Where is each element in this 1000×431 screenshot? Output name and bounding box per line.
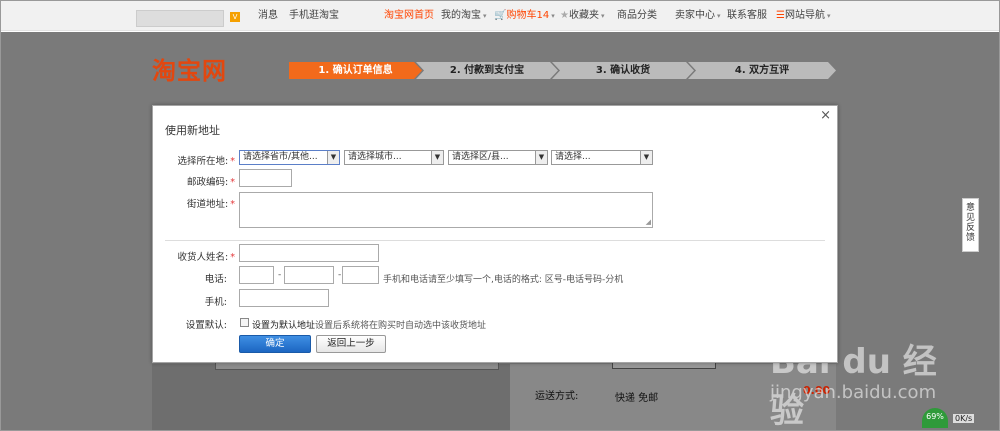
district-select[interactable]: 请选择区/县... ▼ <box>448 150 548 165</box>
confirm-button[interactable]: 确定 <box>239 335 311 353</box>
speed-rate: 0K/s <box>953 414 975 423</box>
nav-favorites-label: 收藏夹 <box>568 10 599 21</box>
zip-label: 邮政编码: * <box>187 177 235 188</box>
nav-seller-center[interactable]: 卖家中心 ▾ <box>675 9 721 23</box>
city-select[interactable]: 请选择城市... ▼ <box>344 150 444 165</box>
chevron-down-icon: ▾ <box>600 12 605 20</box>
phone-hint: 手机和电话请至少填写一个,电话的格式: 区号-电话号码-分机 <box>383 275 624 285</box>
chevron-down-icon: ▼ <box>640 151 652 164</box>
nav-my-taobao[interactable]: 我的淘宝 ▾ <box>441 9 487 23</box>
order-steps: 1. 确认订单信息 2. 付款到支付宝 3. 确认收货 4. 双方互评 <box>289 62 836 79</box>
chevron-down-icon: ▾ <box>551 12 555 20</box>
shipping-value: 快递 免邮 <box>615 393 659 404</box>
name-label: 收货人姓名: * <box>177 252 235 263</box>
star-icon: ★ <box>560 10 569 21</box>
default-label: 设置默认: <box>185 320 227 331</box>
street-select[interactable]: 请选择... ▼ <box>551 150 653 165</box>
nav-categories[interactable]: 商品分类 <box>617 9 657 23</box>
form-divider <box>165 240 825 241</box>
step-receive: 3. 确认收货 <box>552 62 694 79</box>
location-label: 选择所在地: * <box>177 156 235 167</box>
cart-icon: 🛒 <box>494 10 507 21</box>
chevron-down-icon: ▼ <box>535 151 547 164</box>
nav-cart-label: 购物车14 <box>506 10 550 21</box>
phone-area-input[interactable] <box>239 266 274 284</box>
default-address-checkbox[interactable] <box>240 318 249 327</box>
chevron-down-icon: ▾ <box>717 12 721 20</box>
nav-mobile[interactable]: 手机逛淘宝 <box>289 9 339 23</box>
default-checkbox-label[interactable]: 设置为默认地址 <box>252 318 315 331</box>
nav-site-label: 网站导航 <box>784 10 825 21</box>
chevron-down-icon: ▼ <box>327 151 339 164</box>
step-pay: 2. 付款到支付宝 <box>416 62 558 79</box>
step-confirm-order: 1. 确认订单信息 <box>289 62 422 79</box>
street-textarea[interactable]: ◢ <box>239 192 653 228</box>
nav-messages[interactable]: 消息 <box>258 9 278 23</box>
province-select[interactable]: 请选择省市/其他... ▼ <box>239 150 340 165</box>
nav-home[interactable]: 淘宝网首页 <box>384 9 434 23</box>
close-icon[interactable]: × <box>820 108 831 123</box>
shipping-label: 运送方式: <box>535 391 579 402</box>
vip-badge-icon: V <box>230 12 240 22</box>
chevron-down-icon: ▾ <box>483 12 487 20</box>
default-hint: 设置后系统将在购买时自动选中该收货地址 <box>315 321 487 331</box>
receiver-name-input[interactable] <box>239 244 379 262</box>
mobile-label: 手机: <box>204 297 227 308</box>
new-address-dialog: × 使用新地址 选择所在地: * 请选择省市/其他... ▼ 请选择城市... ▼ 请… <box>152 105 838 363</box>
mobile-input[interactable] <box>239 289 329 307</box>
nav-contact[interactable]: 联系客服 <box>727 9 767 23</box>
feedback-tab[interactable]: 意见反馈 <box>962 198 979 252</box>
user-name-box[interactable] <box>136 10 224 27</box>
phone-dash: - <box>338 270 342 280</box>
speed-gauge: 69% <box>922 408 948 428</box>
phone-number-input[interactable] <box>284 266 334 284</box>
nav-site-nav[interactable]: ☰网站导航 ▾ <box>776 9 830 23</box>
phone-dash: - <box>278 270 282 280</box>
phone-ext-input[interactable] <box>342 266 379 284</box>
taobao-logo[interactable]: 淘宝网 <box>152 51 227 85</box>
nav-my-taobao-label: 我的淘宝 <box>441 10 481 21</box>
resize-grip-icon[interactable]: ◢ <box>646 219 651 226</box>
zip-input[interactable] <box>239 169 292 187</box>
dialog-title: 使用新地址 <box>165 124 220 137</box>
menu-icon: ☰ <box>776 10 785 21</box>
phone-label: 电话: <box>204 274 227 285</box>
back-button[interactable]: 返回上一步 <box>316 335 386 353</box>
chevron-down-icon: ▾ <box>826 12 831 20</box>
nav-cart[interactable]: 🛒购物车14 ▾ <box>494 9 555 23</box>
step-review: 4. 双方互评 <box>688 62 836 79</box>
nav-seller-label: 卖家中心 <box>675 10 715 21</box>
chevron-down-icon: ▼ <box>431 151 443 164</box>
watermark-url: jingyan.baidu.com <box>770 382 937 403</box>
nav-favorites[interactable]: ★收藏夹 ▾ <box>560 9 604 23</box>
top-nav-bar: V 消息 手机逛淘宝 淘宝网首页 我的淘宝 ▾ 🛒购物车14 ▾ ★收藏夹 ▾ 商品分… <box>1 1 999 31</box>
street-label: 街道地址: * <box>187 199 235 210</box>
